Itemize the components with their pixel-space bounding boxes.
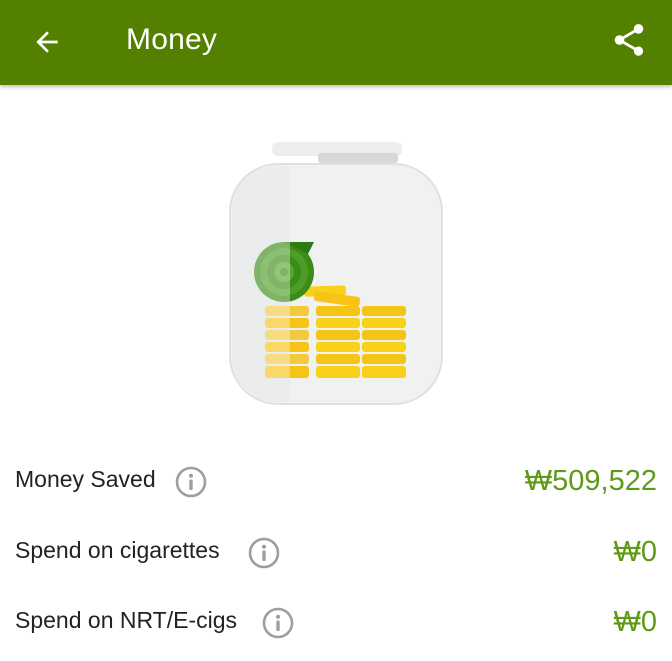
back-button[interactable]: [18, 14, 76, 70]
info-button[interactable]: [175, 466, 207, 498]
stat-value: ₩509,522: [524, 465, 657, 497]
info-icon: [262, 607, 294, 639]
stat-label: Spend on NRT/E-cigs: [15, 607, 238, 633]
info-icon: [248, 537, 280, 569]
stat-row-spend-nrt: Spend on NRT/E-cigs ₩0: [0, 597, 672, 653]
stat-row-spend-cigarettes: Spend on cigarettes ₩0: [0, 527, 672, 583]
info-button[interactable]: [262, 607, 294, 639]
stat-label: Spend on cigarettes: [15, 537, 220, 563]
stat-value: ₩0: [613, 606, 658, 638]
stat-row-money-saved: Money Saved ₩509,522: [0, 456, 672, 512]
app-bar: Money: [0, 0, 672, 85]
stat-value: ₩0: [613, 536, 658, 568]
stat-label: Money Saved: [15, 466, 156, 492]
info-icon: [175, 466, 207, 498]
money-jar-illustration: [220, 136, 452, 412]
arrow-back-icon: [36, 31, 58, 53]
money-jar-icon: [229, 142, 443, 405]
page-title: Money: [126, 23, 218, 56]
share-button[interactable]: [600, 12, 658, 68]
info-button[interactable]: [248, 537, 280, 569]
share-icon: [614, 24, 644, 56]
